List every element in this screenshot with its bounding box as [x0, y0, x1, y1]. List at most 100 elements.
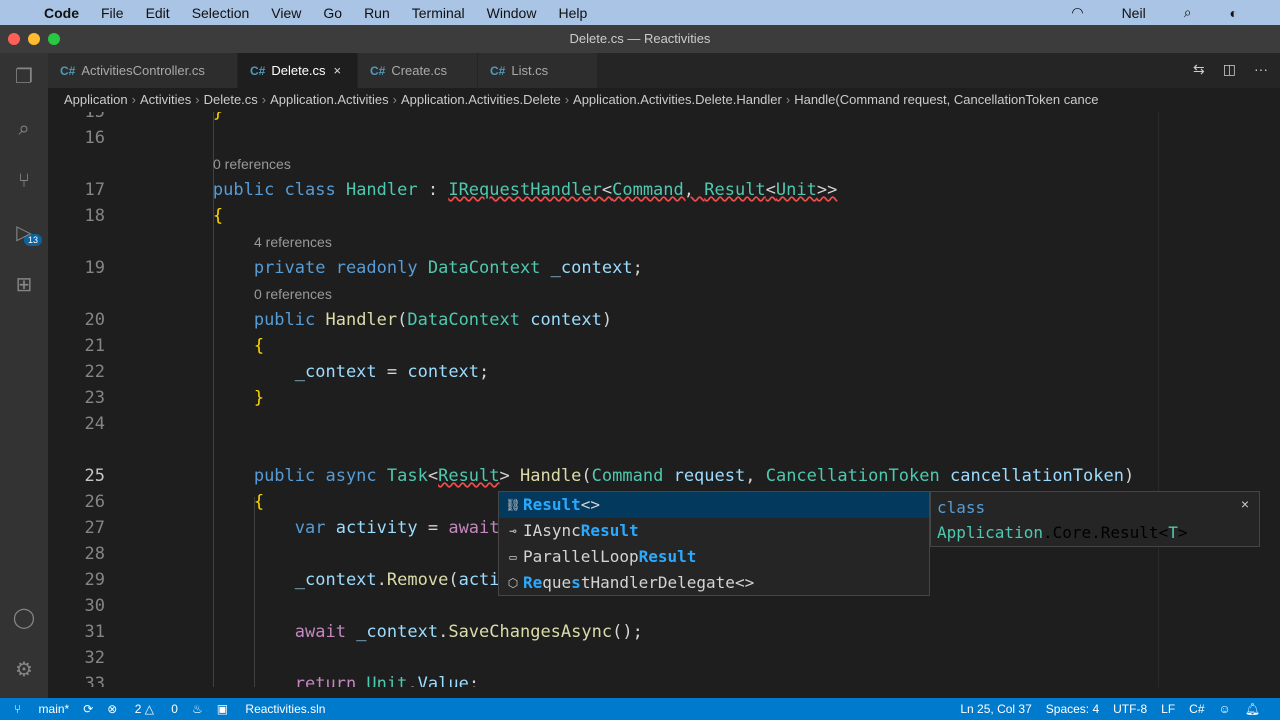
code-token: =	[376, 362, 408, 382]
code-editor[interactable]: 15 } 16 0 references 17 public class Handle…	[48, 112, 1158, 687]
menu-run[interactable]: Run	[364, 5, 390, 21]
close-icon[interactable]: ×	[1241, 496, 1249, 512]
source-control-icon[interactable]: ⑂	[12, 169, 36, 193]
tab-create[interactable]: C# Create.cs	[358, 53, 478, 88]
minimap[interactable]	[1158, 112, 1266, 687]
references-link[interactable]: 0 references	[213, 151, 291, 177]
line-ending[interactable]: LF	[1161, 702, 1175, 716]
language-mode[interactable]: C#	[1189, 702, 1204, 716]
zoom-window-button[interactable]	[48, 33, 60, 45]
sync-icon[interactable]: ⟳	[83, 702, 93, 716]
control-center-icon[interactable]: ◐	[1230, 5, 1238, 21]
code-token: {	[253, 492, 265, 512]
suggestion-item[interactable]: ⛓ Result <>	[499, 492, 929, 518]
menu-view[interactable]: View	[271, 5, 301, 21]
code-token: >>	[816, 180, 838, 200]
code-text: return Unit.Value;	[131, 671, 479, 687]
code-token: =	[417, 518, 449, 538]
more-actions-icon[interactable]: ···	[1254, 61, 1268, 78]
wifi-icon[interactable]: ◠	[1071, 4, 1083, 21]
menu-go[interactable]: Go	[323, 5, 342, 21]
interface-icon: ⊸	[509, 524, 517, 538]
breadcrumb-item[interactable]: Activities	[140, 92, 191, 107]
search-icon[interactable]: ⌕	[12, 117, 36, 141]
breadcrumb-separator: ›	[195, 92, 200, 107]
menu-help[interactable]: Help	[558, 5, 587, 21]
breadcrumb-separator: ›	[785, 92, 791, 107]
code-token: request	[673, 466, 746, 486]
code-token: <	[427, 466, 439, 486]
suggestion-label-part: Result	[580, 521, 639, 540]
tab-activities-controller[interactable]: C# ActivitiesController.cs	[48, 53, 238, 88]
code-token: context	[407, 362, 480, 382]
autocomplete-suggestions: ⛓ Result <> ⊸ IAsync Result ▭ ParallelLoop Resul…	[498, 491, 930, 596]
line-number: 32	[84, 648, 105, 668]
menu-edit[interactable]: Edit	[146, 5, 170, 21]
activity-bar: ❐ ⌕ ⑂ 13 ▷ ⊞ ◯ ⚙	[0, 53, 48, 698]
code-token: (	[448, 570, 459, 590]
menubar-user[interactable]: Neil	[1122, 5, 1146, 21]
minimize-window-button[interactable]	[28, 33, 40, 45]
breadcrumb-separator: ›	[564, 92, 570, 107]
code-token: _context	[356, 622, 439, 642]
menubar-status-icons: ◠ Neil ⌕ ◐	[1071, 4, 1260, 21]
breadcrumb-item[interactable]: Handle(Command request, CancellationToke…	[794, 92, 1098, 107]
breadcrumb-item[interactable]: Application.Activities	[270, 92, 389, 107]
menu-file[interactable]: File	[101, 5, 124, 21]
search-icon[interactable]: ⌕	[1184, 4, 1192, 21]
gear-icon[interactable]: ⚙	[12, 658, 36, 682]
vertical-scrollbar[interactable]	[1266, 112, 1280, 687]
suggestion-label-part: que	[542, 573, 572, 592]
code-token: public class	[212, 180, 346, 200]
code-token: Command	[612, 180, 684, 200]
close-window-button[interactable]	[8, 33, 20, 45]
line-number: 33	[84, 674, 105, 687]
suggestion-item[interactable]: ▭ ParallelLoop Result	[499, 544, 929, 570]
tab-list[interactable]: C# List.cs	[478, 53, 598, 88]
compare-icon[interactable]: ⇆	[1193, 61, 1205, 78]
warning-count: 0	[171, 702, 178, 716]
extensions-icon[interactable]: ⊞	[12, 273, 36, 297]
menu-app[interactable]: Code	[44, 5, 79, 21]
references-link[interactable]: 0 references	[254, 281, 332, 307]
breadcrumb-item[interactable]: Delete.cs	[204, 92, 258, 107]
code-token: _context	[294, 570, 377, 590]
split-editor-icon[interactable]: ◫	[1223, 61, 1236, 78]
tab-delete[interactable]: C# Delete.cs ×	[238, 53, 358, 88]
code-token: )	[601, 310, 613, 330]
feedback-icon[interactable]: ☺	[1219, 702, 1231, 716]
encoding[interactable]: UTF-8	[1113, 702, 1147, 716]
suggestion-item[interactable]: ⊸ IAsync Result	[499, 518, 929, 544]
references-link[interactable]: 4 references	[254, 229, 332, 255]
solution-indicator[interactable]: ▣ Reactivities.sln	[217, 702, 326, 716]
run-debug-icon[interactable]: ▷	[12, 221, 36, 245]
breadcrumb-item[interactable]: Application.Activities.Delete.Handler	[573, 92, 782, 107]
breadcrumb-item[interactable]: Application.Activities.Delete	[401, 92, 561, 107]
notifications-icon[interactable]: 🔔︎	[1245, 702, 1260, 716]
cursor-position[interactable]: Ln 25, Col 37	[960, 702, 1031, 716]
code-token: Unit	[775, 180, 817, 200]
indentation[interactable]: Spaces: 4	[1046, 702, 1099, 716]
code-token: (	[397, 310, 408, 330]
close-icon[interactable]: ×	[334, 63, 342, 78]
suggestion-label-part: Re	[523, 573, 543, 592]
code-text: public async Task<Result> Handle(Command…	[131, 463, 1134, 489]
menu-terminal[interactable]: Terminal	[412, 5, 465, 21]
breadcrumb-item[interactable]: Application	[64, 92, 128, 107]
flame-icon[interactable]: ♨	[192, 702, 203, 716]
suggestion-item[interactable]: ⬡ Re que s tHandlerDelegate<>	[499, 570, 929, 596]
line-number: 30	[84, 596, 105, 616]
breadcrumb-separator: ›	[131, 92, 136, 107]
problems-indicator[interactable]: ⊗ 2 △ 0	[107, 702, 178, 716]
explorer-icon[interactable]: ❐	[12, 65, 36, 89]
code-token: Command	[591, 466, 664, 486]
menu-selection[interactable]: Selection	[192, 5, 250, 21]
csharp-icon: C#	[490, 63, 506, 78]
code-token: CancellationToken	[765, 466, 940, 486]
code-token: ;	[479, 362, 490, 382]
account-icon[interactable]: ◯	[12, 606, 36, 630]
menu-window[interactable]: Window	[487, 5, 537, 21]
branch-indicator[interactable]: ⑂ main*	[14, 702, 69, 716]
